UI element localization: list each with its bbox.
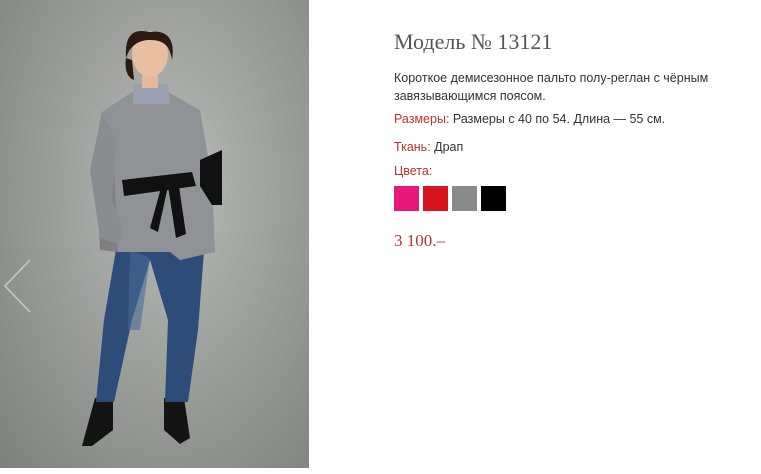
color-swatch-red[interactable] [423, 186, 448, 211]
sizes-value: Размеры с 40 по 54. Длина — 55 см. [449, 112, 666, 126]
sizes-row: Размеры: Размеры с 40 по 54. Длина — 55 … [394, 112, 665, 126]
colors-row: Цвета: [394, 164, 432, 178]
color-swatch-gray[interactable] [452, 186, 477, 211]
color-swatch-black[interactable] [481, 186, 506, 211]
product-description: Короткое демисезонное пальто полу-реглан… [394, 71, 709, 103]
model-illustration [82, 31, 222, 446]
color-swatches [394, 186, 506, 211]
chevron-left-icon [3, 259, 31, 313]
colors-label: Цвета: [394, 164, 433, 178]
color-swatch-pink[interactable] [394, 186, 419, 211]
fabric-label: Ткань: [394, 140, 431, 154]
product-price: 3 100.– [394, 231, 445, 250]
product-photo [0, 0, 309, 468]
fabric-value: Драп [430, 140, 464, 154]
product-title: Модель № 13121 [394, 29, 553, 54]
gallery-prev-button[interactable] [2, 258, 32, 314]
sizes-label: Размеры: [394, 112, 450, 126]
fabric-row: Ткань: Драп [394, 140, 463, 154]
